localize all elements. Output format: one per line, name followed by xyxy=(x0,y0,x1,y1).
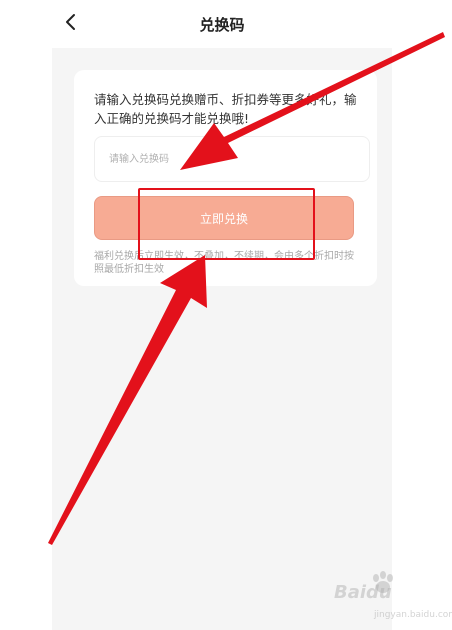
redeem-note: 福利兑换后立即生效，不叠加，不续期，会由多个折扣时按照最低折扣生效 xyxy=(94,251,354,275)
redeem-now-button[interactable]: 立即兑换 xyxy=(94,196,354,240)
navigation-bar: 兑换码 xyxy=(52,0,392,48)
redeem-description: 请输入兑换码兑换赠币、折扣券等更多好礼，输入正确的兑换码才能兑换哦! xyxy=(94,92,357,126)
phone-screen: 兑换码 请输入兑换码兑换赠币、折扣券等更多好礼，输入正确的兑换码才能兑换哦! 立… xyxy=(52,0,392,630)
redeem-card: 请输入兑换码兑换赠币、折扣券等更多好礼，输入正确的兑换码才能兑换哦! 立即兑换 … xyxy=(74,70,377,286)
page-title: 兑换码 xyxy=(199,16,245,34)
redeem-code-input[interactable] xyxy=(94,136,370,182)
